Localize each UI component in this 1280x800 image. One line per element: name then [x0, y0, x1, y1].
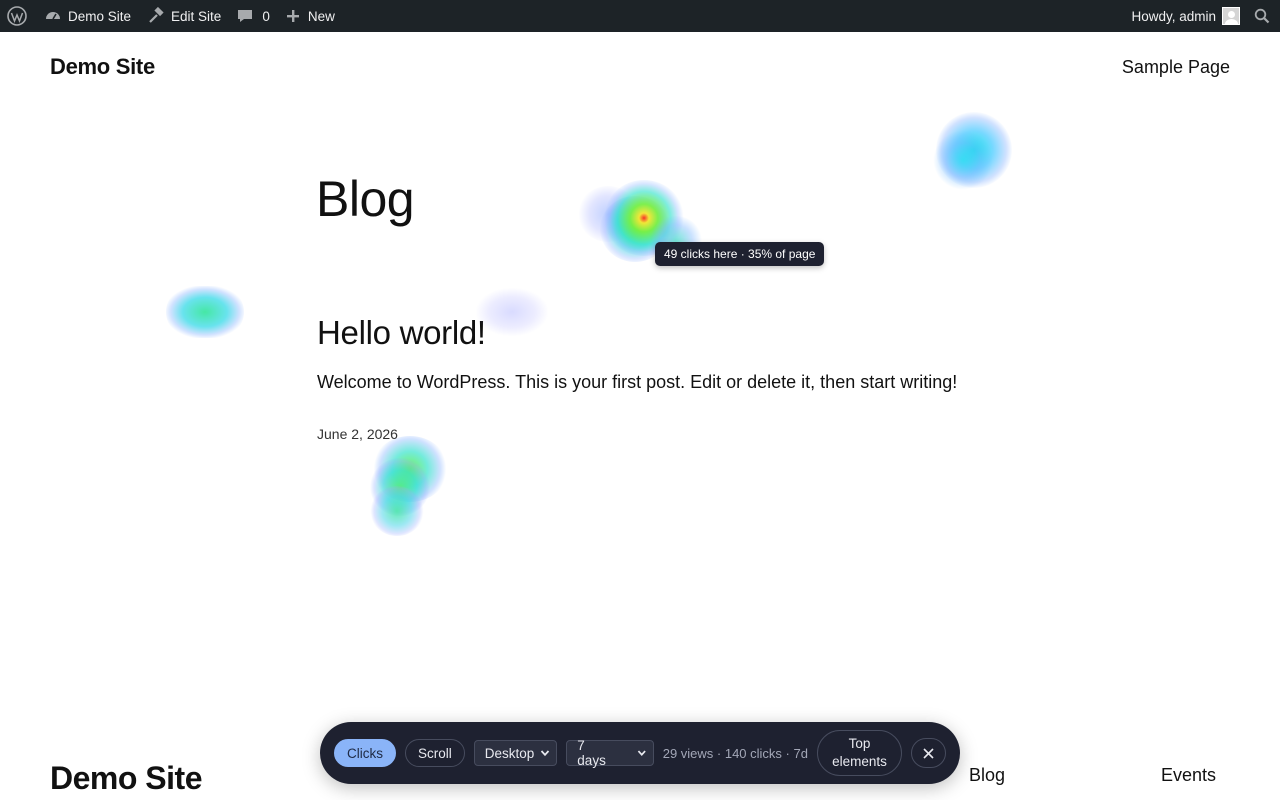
- site-name-label: Demo Site: [68, 8, 132, 24]
- comments-menu[interactable]: 0: [229, 0, 278, 32]
- greeting-label: Howdy, admin: [1131, 8, 1216, 24]
- heat-spot: [936, 112, 1012, 188]
- footer-link-blog[interactable]: Blog: [969, 765, 1005, 786]
- heat-spot: [933, 130, 993, 190]
- stats-summary: 29 views · 140 clicks · 7d: [662, 745, 808, 761]
- mode-scroll-button[interactable]: Scroll: [405, 739, 465, 767]
- heatmap-tooltip: 49 clicks here · 35% of page: [655, 242, 825, 266]
- new-label: New: [307, 8, 335, 24]
- post-title-link[interactable]: Hello world!: [317, 314, 486, 352]
- dashboard-icon: [46, 12, 60, 20]
- range-select[interactable]: 7 days: [566, 738, 654, 768]
- close-toolbar-button[interactable]: [911, 738, 946, 768]
- avatar: [1222, 7, 1240, 25]
- mode-clicks-button[interactable]: Clicks: [334, 739, 396, 767]
- heat-spot: [166, 286, 244, 338]
- heatmap-toolbar: Clicks Scroll Desktop 7 days 29 views · …: [320, 722, 960, 784]
- wordpress-logo-button[interactable]: [0, 0, 36, 32]
- edit-site-menu[interactable]: Edit Site: [139, 0, 229, 32]
- device-select[interactable]: Desktop: [473, 740, 558, 766]
- edit-site-label: Edit Site: [171, 8, 222, 24]
- search-button[interactable]: [1246, 0, 1280, 32]
- wordpress-icon: [7, 6, 27, 26]
- search-icon: [1254, 8, 1270, 24]
- new-content-menu[interactable]: New: [278, 0, 343, 32]
- my-account-menu[interactable]: Howdy, admin: [1123, 0, 1246, 32]
- close-icon: [923, 747, 934, 759]
- heat-spot: [370, 486, 424, 536]
- heat-spot: [370, 458, 430, 516]
- chevron-down-icon: [541, 750, 550, 757]
- footer-link-events[interactable]: Events: [1161, 765, 1216, 786]
- nav-item-sample-page[interactable]: Sample Page: [1122, 57, 1230, 78]
- footer-site-title[interactable]: Demo Site: [50, 760, 202, 797]
- top-elements-label: Top elements: [832, 736, 887, 769]
- plus-icon: [286, 10, 299, 22]
- admin-bar: Demo Site Edit Site 0 New Howdy, admin: [0, 0, 1280, 32]
- post-excerpt: Welcome to WordPress. This is your first…: [317, 372, 958, 392]
- comments-count: 0: [262, 8, 270, 24]
- post-date[interactable]: June 2, 2026: [317, 426, 398, 442]
- heat-spot: [476, 288, 548, 336]
- page-title: Blog: [316, 171, 415, 227]
- heat-spot: [578, 186, 638, 242]
- site-name-menu[interactable]: Demo Site: [36, 0, 139, 32]
- top-elements-button[interactable]: Top elements: [816, 730, 903, 776]
- chevron-down-icon: [637, 750, 646, 756]
- heat-spot: [372, 436, 448, 502]
- hammer-icon: [149, 7, 164, 23]
- device-select-value: Desktop: [484, 745, 535, 761]
- range-select-value: 7 days: [577, 738, 606, 768]
- site-title-link[interactable]: Demo Site: [50, 54, 155, 80]
- comment-icon: [238, 10, 253, 22]
